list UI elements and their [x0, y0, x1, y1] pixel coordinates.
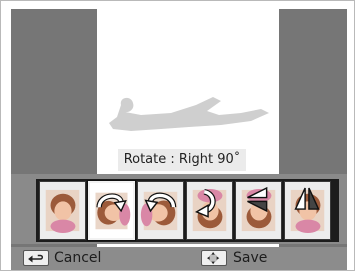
child-photo-thumbnail	[45, 189, 80, 233]
rotate-caption: Rotate : Right 90˚	[118, 149, 246, 171]
flip-vertical-icon	[247, 186, 268, 213]
thumb-flip-vertical[interactable]	[235, 181, 282, 240]
thumb-rotate-180[interactable]	[186, 181, 233, 240]
rotate-right-arrow-icon	[96, 193, 127, 213]
back-arrow-icon	[23, 250, 49, 266]
filmstrip	[36, 179, 339, 242]
thumb-rotate-left-90[interactable]	[137, 181, 184, 240]
cancel-button[interactable]: Cancel	[54, 248, 101, 268]
rotate-left-arrow-icon	[144, 192, 177, 213]
reclining-figure-silhouette	[109, 97, 269, 131]
thumb-original[interactable]	[39, 181, 86, 240]
flip-horizontal-icon	[294, 187, 320, 210]
thumb-flip-horizontal[interactable]	[284, 181, 331, 240]
bottom-bar: Cancel Save	[11, 247, 347, 270]
camera-screen: Rotate : Right 90˚ Cancel Save	[0, 0, 355, 271]
thumb-rotate-right-90[interactable]	[88, 181, 135, 240]
save-button[interactable]: Save	[233, 248, 267, 268]
rotate-180-arrow-icon	[194, 188, 216, 218]
dpad-icon	[201, 250, 227, 266]
